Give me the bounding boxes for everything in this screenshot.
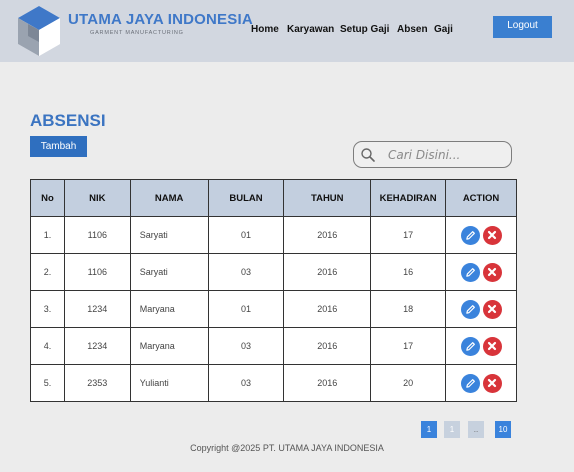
- cell-bulan: 03: [207, 364, 285, 402]
- cell-tahun: 2016: [283, 364, 372, 402]
- cell-action: [445, 253, 517, 291]
- close-icon[interactable]: [482, 336, 502, 356]
- cell-nama: Maryana: [129, 290, 209, 328]
- pencil-icon[interactable]: [460, 373, 480, 393]
- cell-kehadiran: 17: [370, 327, 447, 365]
- cell-nik: 1106: [63, 216, 131, 254]
- header-no: No: [30, 179, 65, 217]
- header-tahun: TAHUN: [283, 179, 372, 217]
- page-button[interactable]: ..: [468, 421, 484, 438]
- table-row: 4. 1234 Maryana 03 2016 17: [30, 327, 517, 365]
- table-row: 2. 1106 Saryati 03 2016 16: [30, 253, 517, 291]
- cell-tahun: 2016: [283, 216, 372, 254]
- header-kehadiran: KEHADIRAN: [370, 179, 447, 217]
- nav-absen[interactable]: Absen: [397, 24, 428, 35]
- search-box[interactable]: [353, 141, 512, 168]
- absensi-table: No NIK NAMA BULAN TAHUN KEHADIRAN ACTION…: [30, 179, 517, 402]
- cell-nama: Saryati: [129, 216, 209, 254]
- cell-kehadiran: 16: [370, 253, 447, 291]
- brand-subtitle: GARMENT MANUFACTURING: [90, 30, 184, 36]
- nav-setup-gaji[interactable]: Setup Gaji: [340, 24, 389, 35]
- cell-no: 4.: [30, 327, 65, 365]
- cell-kehadiran: 17: [370, 216, 447, 254]
- nav-karyawan[interactable]: Karyawan: [287, 24, 334, 35]
- cell-action: [445, 216, 517, 254]
- table-row: 5. 2353 Yulianti 03 2016 20: [30, 364, 517, 402]
- cell-nik: 1234: [63, 290, 131, 328]
- cell-no: 3.: [30, 290, 65, 328]
- page-title: ABSENSI: [30, 111, 106, 130]
- cell-action: [445, 290, 517, 328]
- cell-bulan: 03: [207, 327, 285, 365]
- cell-nik: 1106: [63, 253, 131, 291]
- cell-no: 1.: [30, 216, 65, 254]
- cell-kehadiran: 20: [370, 364, 447, 402]
- table-row: 3. 1234 Maryana 01 2016 18: [30, 290, 517, 328]
- cube-logo-icon: [16, 4, 62, 60]
- cell-nik: 1234: [63, 327, 131, 365]
- table-header-row: No NIK NAMA BULAN TAHUN KEHADIRAN ACTION: [30, 179, 517, 217]
- close-icon[interactable]: [482, 299, 502, 319]
- cell-tahun: 2016: [283, 327, 372, 365]
- cell-bulan: 01: [207, 216, 285, 254]
- footer-copyright: Copyright @2025 PT. UTAMA JAYA INDONESIA: [190, 443, 384, 453]
- header-action: ACTION: [445, 179, 517, 217]
- search-icon[interactable]: [360, 147, 376, 163]
- pencil-icon[interactable]: [460, 336, 480, 356]
- cell-tahun: 2016: [283, 253, 372, 291]
- cell-bulan: 01: [207, 290, 285, 328]
- add-button[interactable]: Tambah: [30, 136, 87, 157]
- cell-nama: Saryati: [129, 253, 209, 291]
- cell-action: [445, 364, 517, 402]
- search-input[interactable]: [388, 145, 506, 164]
- cell-nik: 2353: [63, 364, 131, 402]
- nav-gaji[interactable]: Gaji: [434, 24, 453, 35]
- close-icon[interactable]: [482, 373, 502, 393]
- nav-home[interactable]: Home: [251, 24, 279, 35]
- header-nama: NAMA: [129, 179, 209, 217]
- cell-nama: Yulianti: [129, 364, 209, 402]
- close-icon[interactable]: [482, 262, 502, 282]
- cell-nama: Maryana: [129, 327, 209, 365]
- cell-no: 5.: [30, 364, 65, 402]
- pencil-icon[interactable]: [460, 299, 480, 319]
- header: UTAMA JAYA INDONESIA GARMENT MANUFACTURI…: [0, 0, 574, 62]
- page-button[interactable]: 1: [444, 421, 460, 438]
- cell-tahun: 2016: [283, 290, 372, 328]
- logout-button[interactable]: Logout: [493, 16, 552, 38]
- close-icon[interactable]: [482, 225, 502, 245]
- cell-bulan: 03: [207, 253, 285, 291]
- pencil-icon[interactable]: [460, 262, 480, 282]
- header-nik: NIK: [63, 179, 131, 217]
- header-bulan: BULAN: [207, 179, 285, 217]
- page-button[interactable]: 1: [421, 421, 437, 438]
- cell-action: [445, 327, 517, 365]
- page-button[interactable]: 10: [495, 421, 511, 438]
- cell-kehadiran: 18: [370, 290, 447, 328]
- brand-name: UTAMA JAYA INDONESIA: [68, 11, 253, 28]
- pencil-icon[interactable]: [460, 225, 480, 245]
- table-row: 1. 1106 Saryati 01 2016 17: [30, 216, 517, 254]
- cell-no: 2.: [30, 253, 65, 291]
